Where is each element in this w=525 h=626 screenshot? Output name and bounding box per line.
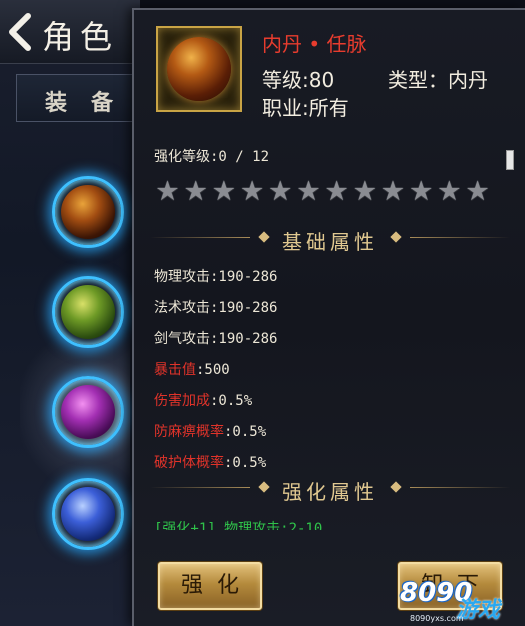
page-title: 角色 [42,18,119,56]
equip-slot-4[interactable] [52,478,124,550]
attr-value: :190-286 [210,300,278,316]
enhance-attr-divider: 强化属性 [150,476,510,504]
attr-row: 法术攻击:190-286 [154,297,277,317]
star-icon: ★ [324,176,349,207]
star-icon: ★ [183,176,208,207]
star-icon: ★ [352,176,377,207]
equip-slot-2[interactable] [52,276,124,348]
equip-slot-3[interactable] [52,376,124,448]
enhance-attr-title: 强化属性 [282,480,378,504]
attr-value: :0.5% [224,455,267,471]
star-icon: ★ [465,176,490,207]
enhance-level: 强化等级:0 / 12 [154,149,270,165]
scrollbar-thumb[interactable] [506,150,514,170]
attr-label: 剑气攻击 [154,331,210,347]
enhance-attr-clip: [强化+1] 物理攻击:2-10 [154,518,494,530]
base-attr-divider: 基础属性 [150,226,510,254]
attr-value: :0.5% [210,393,253,409]
attr-value: :190-286 [210,331,278,347]
blue-orb-icon [61,487,115,541]
star-icon: ★ [155,176,180,207]
attr-row: 暴击值:500 [154,359,230,379]
equip-slot-1[interactable] [52,176,124,248]
attr-label: 暴击值 [154,362,196,378]
top-bar: 角色 [0,0,140,64]
attr-row: 物理攻击:190-286 [154,266,277,286]
purple-orb-icon [61,385,115,439]
item-detail-panel: 内丹 • 任脉 等级:80 类型：内丹 职业:所有 强化等级:0 / 12 ★ ★… [132,8,525,626]
watermark-url: 8090yxs.com [410,614,464,623]
item-icon-frame [156,26,242,112]
attr-label: 伤害加成 [154,393,210,409]
star-icon: ★ [437,176,462,207]
attr-label: 防麻痹概率 [154,424,224,440]
star-icon: ★ [380,176,406,207]
attr-value: :190-286 [210,269,278,285]
enhance-stars: ★ ★ ★ ★ ★ ★ ★ ★ ★ ★ ★ ★ [154,178,491,205]
attr-label: 物理攻击 [154,269,210,285]
star-icon: ★ [296,176,321,207]
star-icon: ★ [409,176,434,207]
attr-row: 防麻痹概率:0.5% [154,421,266,441]
attr-row: 伤害加成:0.5% [154,390,252,410]
item-type: 类型：内丹 [388,68,488,92]
star-icon: ★ [268,176,293,207]
attr-value: :0.5% [224,424,267,440]
star-icon: ★ [211,176,236,207]
chevron-left-icon [9,13,31,51]
back-button[interactable] [6,12,36,52]
star-icon: ★ [239,176,265,207]
green-orb-icon [61,285,115,339]
attr-value: :500 [196,362,230,378]
site-watermark: 8090 游戏 8090yxs.com [400,578,525,626]
attr-row: 剑气攻击:190-286 [154,328,277,348]
attr-row: 破护体概率:0.5% [154,452,266,472]
attr-label: 破护体概率 [154,455,224,471]
inner-core-orb-icon [167,37,231,101]
attr-label: 法术攻击 [154,300,210,316]
item-name: 内丹 • 任脉 [262,32,367,56]
enhance-attr-line: [强化+1] 物理攻击:2-10 [154,521,323,530]
item-class: 职业:所有 [262,96,349,120]
enhance-button[interactable]: 强化 [158,562,262,610]
base-attr-title: 基础属性 [282,230,378,254]
item-level: 等级:80 [262,68,335,92]
orange-orb-icon [61,185,115,239]
tab-equipment[interactable]: 装备 [16,74,146,122]
